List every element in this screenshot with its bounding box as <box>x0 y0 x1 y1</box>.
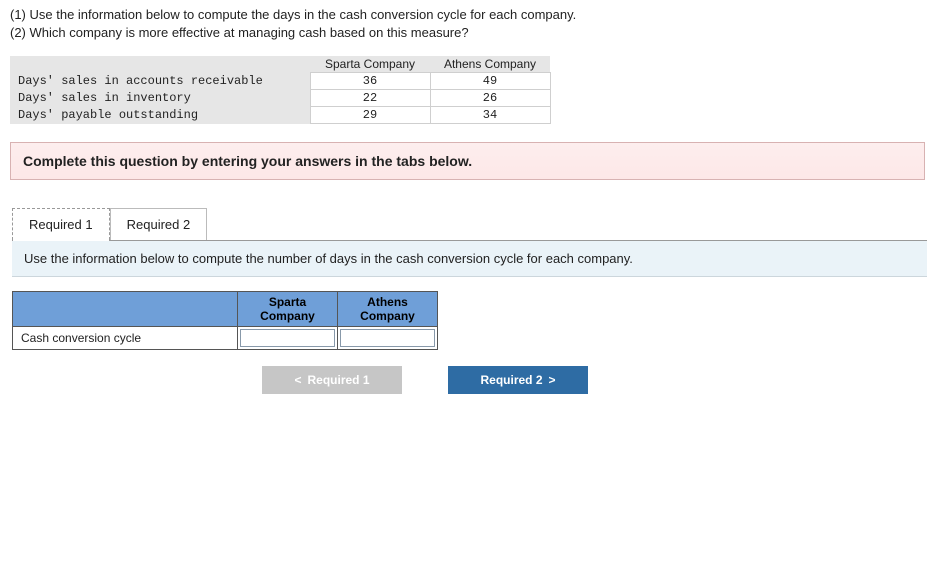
answer-header-sparta: Sparta Company <box>238 292 338 327</box>
answer-table-blank-corner <box>13 292 238 327</box>
question-text: (1) Use the information below to compute… <box>10 6 925 42</box>
row-value-sparta: 22 <box>310 90 430 107</box>
tab-panel-instruction: Use the information below to compute the… <box>12 241 927 277</box>
question-line-1: (1) Use the information below to compute… <box>10 6 925 24</box>
table-row: Days' payable outstanding 29 34 <box>10 107 550 124</box>
tabs-row: Required 1 Required 2 <box>12 208 927 241</box>
row-value-athens: 49 <box>430 73 550 90</box>
data-table-header-athens: Athens Company <box>430 56 550 73</box>
chevron-left-icon: < <box>294 373 301 387</box>
answer-area: Sparta Company Athens Company Cash conve… <box>10 277 925 408</box>
row-value-athens: 26 <box>430 90 550 107</box>
data-table-header-sparta: Sparta Company <box>310 56 430 73</box>
athens-input[interactable] <box>340 329 435 347</box>
tab-required-1[interactable]: Required 1 <box>12 208 110 240</box>
table-row: Days' sales in inventory 22 26 <box>10 90 550 107</box>
answer-row-label: Cash conversion cycle <box>13 327 238 350</box>
table-row: Cash conversion cycle <box>13 327 438 350</box>
next-required-button[interactable]: Required 2 > <box>448 366 588 394</box>
chevron-right-icon: > <box>549 373 556 387</box>
row-value-sparta: 29 <box>310 107 430 124</box>
row-label: Days' sales in inventory <box>10 90 310 107</box>
nav-buttons: < Required 1 Required 2 > <box>262 366 923 394</box>
table-row: Days' sales in accounts receivable 36 49 <box>10 73 550 90</box>
answer-cell-athens <box>338 327 438 350</box>
prev-required-button: < Required 1 <box>262 366 402 394</box>
prev-button-label: Required 1 <box>308 373 370 387</box>
data-table: Sparta Company Athens Company Days' sale… <box>10 56 551 124</box>
row-value-sparta: 36 <box>310 73 430 90</box>
data-table-blank-header <box>10 56 310 73</box>
instruction-bar: Complete this question by entering your … <box>10 142 925 180</box>
row-label: Days' sales in accounts receivable <box>10 73 310 90</box>
row-label: Days' payable outstanding <box>10 107 310 124</box>
answer-table: Sparta Company Athens Company Cash conve… <box>12 291 438 350</box>
row-value-athens: 34 <box>430 107 550 124</box>
answer-cell-sparta <box>238 327 338 350</box>
tab-required-2[interactable]: Required 2 <box>110 208 208 240</box>
answer-header-athens: Athens Company <box>338 292 438 327</box>
next-button-label: Required 2 <box>480 373 542 387</box>
sparta-input[interactable] <box>240 329 335 347</box>
question-line-2: (2) Which company is more effective at m… <box>10 24 925 42</box>
